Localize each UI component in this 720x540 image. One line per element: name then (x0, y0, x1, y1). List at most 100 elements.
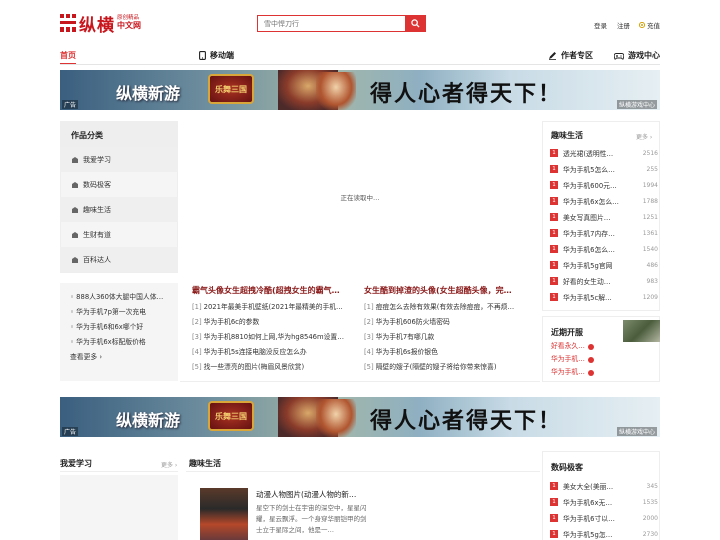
rank-badge: 1 (550, 229, 558, 237)
category-icon (72, 181, 78, 188)
ranking-row[interactable]: 1 华为手机7内存… 1361 (550, 225, 658, 241)
nav-home[interactable]: 首页 (60, 50, 76, 61)
banner-game-logo: 乐舞三国 (208, 401, 254, 431)
recharge-label: 充值 (647, 22, 660, 30)
category-item-digital[interactable]: 数码极客 (60, 172, 178, 197)
section-divider (186, 471, 540, 472)
site-logo[interactable]: 纵横 原创精品 中文网 (60, 12, 150, 36)
article-list-left: [1] 2021年最美手机壁纸(2021年最精美的手机… [2] 华为手机6c的参数… (192, 300, 360, 375)
recharge-link[interactable]: 充值 (639, 20, 660, 30)
category-item-fun[interactable]: 趣味生活 (60, 197, 178, 222)
list-item[interactable]: ◦ 华为手机7p第一次充电 (60, 305, 178, 320)
headline-left[interactable]: 霸气头像女生超拽冷酷(超拽女生的霸气… (192, 285, 360, 296)
rank-count: 1251 (642, 213, 658, 221)
list-item-label: 华为手机6x标配版价格 (76, 338, 146, 346)
article-title[interactable]: 动漫人物图片(动漫人物的新… (256, 489, 356, 500)
ranking-row[interactable]: 1 华为手机5g官网 486 (550, 257, 658, 273)
article-thumbnail[interactable] (200, 488, 248, 540)
rank-title: 好看的女生动… (563, 278, 611, 286)
rank-badge: 1 (550, 197, 558, 205)
banner-game-logo: 乐舞三国 (208, 74, 254, 104)
list-item[interactable]: ◦ 华为手机6和6x哪个好 (60, 320, 178, 335)
rank-title: 华为手机6x无… (563, 499, 613, 507)
list-item[interactable]: [3] 华为手机7有哪几款 (364, 330, 532, 345)
ad-source: 纵横游戏中心 (616, 427, 657, 436)
list-item[interactable]: [2] 华为手机606防火墙密码 (364, 315, 532, 330)
category-item-wiki[interactable]: 百科达人 (60, 247, 178, 272)
category-label: 数码极客 (83, 180, 111, 189)
ranking-row[interactable]: 1 华为手机5c解… 1209 (550, 289, 658, 305)
ranking-row[interactable]: 1 华为手机600元… 1994 (550, 177, 658, 193)
list-item-label: 华为手机7有哪几款 (375, 333, 435, 341)
section-divider (180, 381, 540, 382)
list-item-label: 华为手机… (551, 355, 585, 363)
phone-icon (199, 51, 206, 60)
list-item[interactable]: [1] 痘痘怎么去除有效果(有效去除痘痘，不再烦… (364, 300, 532, 315)
list-item-label: 痘痘怎么去除有效果(有效去除痘痘，不再烦… (375, 303, 515, 311)
rank-badge: 1 (550, 482, 558, 490)
list-item[interactable]: [2] 华为手机6c的参数 (192, 315, 360, 330)
play-icon (587, 343, 594, 350)
list-item-label: 华为手机7p第一次充电 (76, 308, 146, 316)
list-item[interactable]: [1] 2021年最美手机壁纸(2021年最精美的手机… (192, 300, 360, 315)
game-banner-top[interactable]: 纵横新游 乐舞三国 得人心者得天下！ 广告 纵横游戏中心 (60, 70, 660, 110)
rank-count: 255 (646, 165, 658, 173)
category-item-study[interactable]: 我爱学习 (60, 147, 178, 172)
more-link[interactable]: 查看更多 › (60, 350, 178, 365)
ranking-row[interactable]: 1 华为手机5g怎… 2730 (550, 526, 658, 540)
study-more-link[interactable]: 更多 › (161, 460, 177, 469)
list-item[interactable]: [5] 隔壁的嫂子(隔壁的嫂子将给你带来惊喜) (364, 360, 532, 375)
rank-count: 2730 (642, 530, 658, 538)
rank-badge: 1 (550, 498, 558, 506)
ranking-row[interactable]: 1 美女大全(美丽… 345 (550, 478, 658, 494)
ranking-title: 数码极客 (551, 463, 583, 472)
list-index: [5] (192, 363, 202, 371)
ranking-row[interactable]: 1 华为手机6x怎么… 1788 (550, 193, 658, 209)
list-item-label: 888人360体大腿中国人体… (76, 293, 164, 301)
game-banner-middle[interactable]: 纵横新游 乐舞三国 得人心者得天下！ 广告 纵横游戏中心 (60, 397, 660, 437)
play-icon (587, 356, 594, 363)
nav-mobile[interactable]: 移动端 (199, 50, 234, 61)
register-link[interactable]: 注册 (617, 20, 630, 30)
list-item[interactable]: [4] 华为手机6s报价银色 (364, 345, 532, 360)
nav-game[interactable]: 游戏中心 (614, 50, 660, 61)
rank-title: 华为手机6x怎么… (563, 198, 619, 206)
list-item[interactable]: [3] 华为手机8810如何上网,华为hg8546m设置… (192, 330, 360, 345)
login-link[interactable]: 登录 (594, 20, 607, 30)
rank-count: 486 (646, 261, 658, 269)
nav-author[interactable]: 作者专区 (548, 50, 593, 61)
ranking-row[interactable]: 1 华为手机6寸以… 2000 (550, 510, 658, 526)
list-item[interactable]: 华为手机… (551, 366, 594, 379)
list-item[interactable]: [4] 华为手机5s连接电脑没反应怎么办 (192, 345, 360, 360)
list-item[interactable]: [5] 找一些漂亮的图片(梅眉风景欣赏) (192, 360, 360, 375)
ranking-row[interactable]: 1 华为手机5怎么… 255 (550, 161, 658, 177)
list-item[interactable]: 好看永久… (551, 340, 594, 353)
ranking-row[interactable]: 1 好看的女生动… 983 (550, 273, 658, 289)
ranking-more-link[interactable]: 更多 › (636, 132, 652, 141)
search-input[interactable] (258, 16, 405, 31)
ranking-row[interactable]: 1 透光裙(透明性… 2516 (550, 145, 658, 161)
article-summary: 星空下的剑士在宇宙的深空中，星星闪耀，星云飘浮。一个身穿华丽铠甲的剑士立于星际之… (256, 504, 367, 534)
category-title: 作品分类 (60, 121, 178, 147)
list-index: [2] (364, 318, 374, 326)
list-item[interactable]: 华为手机… (551, 353, 594, 366)
recent-servers: 近期开服 好看永久… 华为手机… 华为手机… (542, 316, 660, 382)
ranking-row[interactable]: 1 美女写真图片… 1251 (550, 209, 658, 225)
list-item[interactable]: ◦ 888人360体大腿中国人体… (60, 290, 178, 305)
category-item-money[interactable]: 生财有道 (60, 222, 178, 247)
rank-title: 华为手机5g怎… (563, 531, 613, 539)
ranking-row[interactable]: 1 华为手机6x无… 1535 (550, 494, 658, 510)
list-item[interactable]: ◦ 华为手机6x标配版价格 (60, 335, 178, 350)
ranking-list: 1 美女大全(美丽… 345 1 华为手机6x无… 1535 1 华为手机6寸以… 2000… (550, 478, 658, 540)
search-button[interactable] (405, 16, 425, 31)
category-icon (72, 206, 78, 213)
recent-server-thumbnail[interactable] (623, 320, 660, 342)
logo-subtitle: 原创精品 中文网 (117, 15, 143, 31)
banner-slogan: 得人心者得天下！ (370, 408, 563, 434)
headline-right[interactable]: 女生酷到掉渣的头像(女生超酷头像，完… (364, 285, 532, 296)
list-item-label: 华为手机6s报价银色 (375, 348, 438, 356)
pen-icon (549, 52, 556, 60)
rank-count: 1540 (642, 245, 658, 253)
ranking-row[interactable]: 1 华为手机6怎么… 1540 (550, 241, 658, 257)
rank-count: 2000 (642, 514, 658, 522)
